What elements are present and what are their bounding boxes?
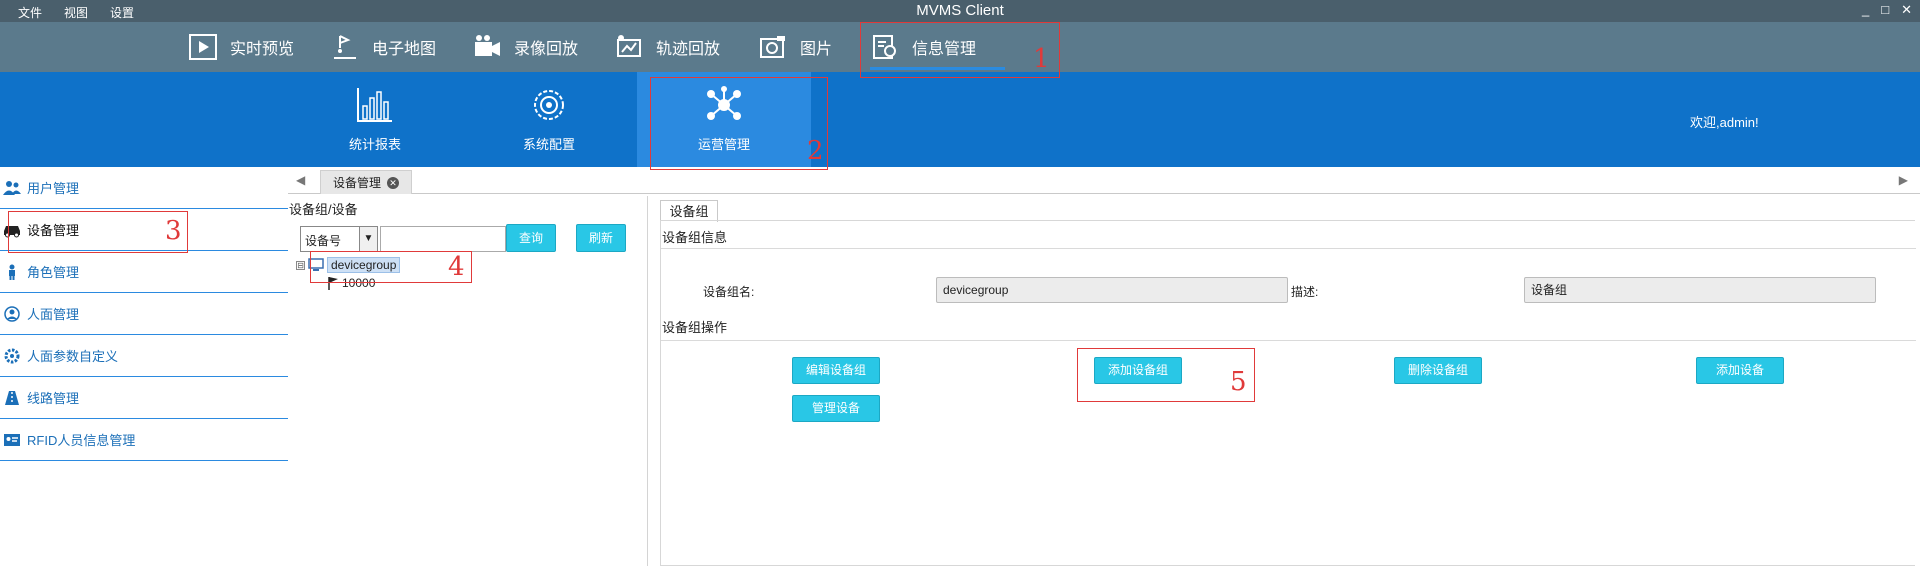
search-input[interactable] [380,226,506,252]
topnav-track-playback[interactable]: 轨迹回放 [614,22,720,72]
topnav-label: 实时预览 [230,39,295,58]
tab-device-management[interactable]: 设备管理 ✕ [320,170,412,194]
sidebar-item-roles[interactable]: 角色管理 [0,251,288,293]
play-icon [189,34,217,60]
menu-file[interactable]: 文件 [18,4,42,21]
menu-settings[interactable]: 设置 [110,4,134,21]
sidebar-item-label: RFID人员信息管理 [27,433,136,448]
sub-nav: 统计报表 系统配置 运营管理 欢迎,admin! [0,72,1920,167]
menu-view[interactable]: 视图 [64,4,88,21]
sidebar-item-faces[interactable]: 人面管理 [0,293,288,335]
route-icon [5,390,19,405]
annotation-number-3: 3 [165,216,182,246]
ops-section-title: 设备组操作 [662,320,728,335]
subnav-system-config[interactable]: 系统配置 [462,72,636,167]
annotation-box-1 [860,22,1060,78]
description-label: 描述: [1291,285,1319,299]
person-icon [9,264,15,280]
menu-bar: 文件 视图 设置 [18,4,134,21]
tab-close-icon[interactable]: ✕ [387,176,399,189]
description-field[interactable]: 设备组 [1524,277,1876,303]
tab-device-group[interactable]: 设备组 [660,200,718,222]
sidebar-item-label: 线路管理 [27,391,80,406]
annotation-number-1: 1 [1033,44,1050,74]
group-name-field[interactable]: devicegroup [936,277,1288,303]
annotation-number-2: 2 [807,136,824,166]
welcome-text: 欢迎,admin! [1690,115,1759,130]
edit-group-button[interactable]: 编辑设备组 [792,357,880,384]
info-section-title: 设备组信息 [662,230,728,245]
group-name-label: 设备组名: [703,285,755,299]
maximize-button[interactable]: □ [1881,2,1889,18]
sidebar-item-label: 人面管理 [27,307,80,322]
window-title: MVMS Client [916,2,1004,19]
users-icon [3,180,21,195]
id-card-icon [4,433,20,446]
annotation-box-5 [1077,348,1255,402]
window-controls: _ □ ✕ [1862,2,1912,18]
annotation-number-4: 4 [448,252,465,282]
tab-scroll-left-icon[interactable]: ◀ [296,173,305,187]
sidebar-item-rfid[interactable]: RFID人员信息管理 [0,419,288,461]
annotation-number-5: 5 [1230,367,1247,397]
sidebar-item-label: 人面参数自定义 [27,349,119,364]
subnav-label: 统计报表 [348,137,401,152]
topnav-playback[interactable]: 录像回放 [472,22,578,72]
picture-icon [760,36,785,58]
subnav-label: 系统配置 [522,137,575,152]
filter-select-value: 设备号 [305,234,342,248]
gear-icon [4,348,20,363]
annotation-box-2 [650,77,828,170]
topnav-label: 轨迹回放 [656,39,721,58]
device-group-content: 设备组信息 设备组名: devicegroup 描述: 设备组 设备组操作 编辑… [660,220,1916,566]
manage-device-button[interactable]: 管理设备 [792,395,880,422]
topnav-e-map[interactable]: 电子地图 [330,22,436,72]
topnav-live-preview[interactable]: 实时预览 [188,22,294,72]
tab-label: 设备管理 [332,176,381,190]
track-icon [617,35,641,57]
minimize-button[interactable]: _ [1862,2,1869,18]
bar-chart-icon [357,88,392,122]
video-camera-icon [475,35,500,56]
annotation-box-3 [8,211,188,253]
add-device-button[interactable]: 添加设备 [1696,357,1784,384]
topnav-label: 图片 [800,39,833,58]
sidebar-item-face-params[interactable]: 人面参数自定义 [0,335,288,377]
topnav-label: 录像回放 [514,39,579,58]
sidebar-item-label: 角色管理 [27,265,80,280]
close-button[interactable]: ✕ [1901,2,1912,18]
map-pin-icon [334,35,356,59]
query-button[interactable]: 查询 [506,224,556,252]
sidebar-item-label: 用户管理 [27,181,80,196]
topnav-pictures[interactable]: 图片 [758,22,832,72]
device-group-panel: 设备组 设备组信息 设备组名: devicegroup 描述: 设备组 设备组操… [660,196,1920,566]
collapse-icon[interactable]: ⊟ [296,260,305,270]
title-bar: 文件 视图 设置 MVMS Client _ □ ✕ [0,0,1920,22]
filter-select[interactable]: 设备号 ▼ [300,226,378,252]
tab-scroll-right-icon[interactable]: ▶ [1899,173,1908,187]
chevron-down-icon[interactable]: ▼ [359,227,377,251]
face-icon [4,305,20,322]
refresh-button[interactable]: 刷新 [576,224,626,252]
subnav-statistics[interactable]: 统计报表 [288,72,462,167]
tab-strip: ◀ 设备管理 ✕ ▶ [288,170,1920,194]
topnav-label: 电子地图 [372,39,437,58]
divider [661,340,1916,341]
sidebar-item-users[interactable]: 用户管理 [0,167,288,209]
gear-icon [534,90,564,120]
divider [661,248,1916,249]
tree-panel-title: 设备组/设备 [289,202,358,217]
sidebar-item-routes[interactable]: 线路管理 [0,377,288,419]
delete-group-button[interactable]: 删除设备组 [1394,357,1482,384]
